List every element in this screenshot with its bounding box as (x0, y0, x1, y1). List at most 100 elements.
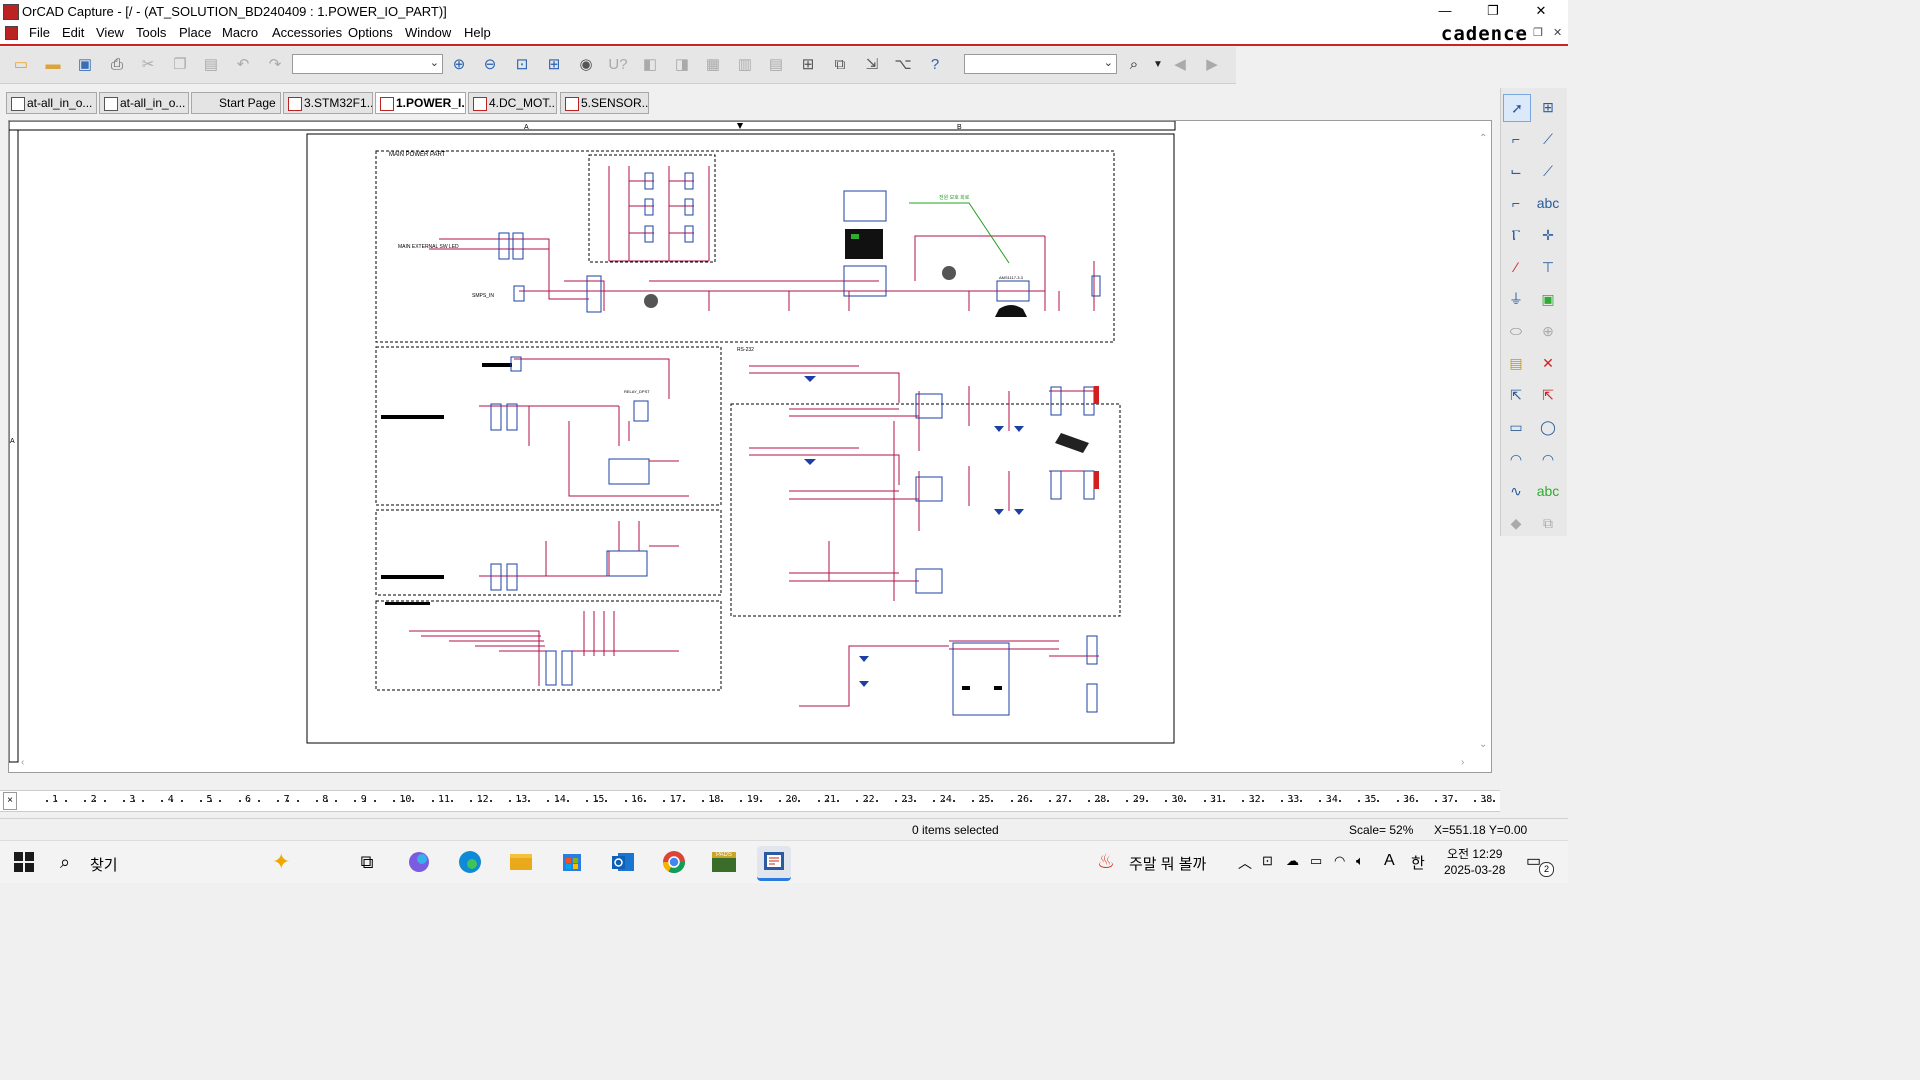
cut-icon[interactable]: ✂ (138, 55, 158, 75)
tab-dc-motor[interactable]: 4.DC_MOT... (468, 92, 557, 114)
open-folder-icon[interactable]: ▬ (43, 55, 63, 75)
menu-help[interactable]: Help (464, 25, 491, 40)
battery-icon[interactable]: ▭ (1310, 853, 1322, 869)
text-icon[interactable]: abc (1535, 478, 1561, 504)
tab-at-all-in-one-1[interactable]: at-all_in_o... (6, 92, 97, 114)
no-connect-icon[interactable]: ∕ (1503, 254, 1529, 280)
ground-icon[interactable]: ⏚ (1503, 286, 1529, 312)
paste-icon[interactable]: ▤ (201, 55, 221, 75)
menu-edit[interactable]: Edit (62, 25, 84, 40)
bom-icon[interactable]: ▤ (766, 55, 786, 75)
drc-icon[interactable]: ◨ (672, 55, 692, 75)
close-button[interactable]: ✕ (1518, 0, 1564, 22)
menu-tools[interactable]: Tools (136, 25, 166, 40)
weather-news-icon[interactable]: ♨ (1097, 849, 1115, 874)
store-icon[interactable] (555, 846, 589, 878)
mdi-minimize-button[interactable]: – (1514, 26, 1520, 38)
edge-icon[interactable] (453, 846, 487, 878)
clock-date[interactable]: 2025-03-28 (1444, 863, 1505, 877)
maximize-button[interactable]: ❐ (1470, 0, 1516, 22)
snap-grid-icon[interactable]: ⊞ (798, 55, 818, 75)
back-annotate-icon[interactable]: ◧ (640, 55, 660, 75)
wire-icon[interactable]: ⌐ (1503, 126, 1529, 152)
help-icon[interactable]: ? (925, 55, 945, 75)
tab-sensor[interactable]: 5.SENSOR... (560, 92, 649, 114)
text-abc-icon[interactable]: abc (1535, 190, 1561, 216)
menu-options[interactable]: Options (348, 25, 393, 40)
zoom-all-icon[interactable]: ⊞ (544, 55, 564, 75)
hier-pin-icon[interactable]: ▤ (1503, 350, 1529, 376)
menu-view[interactable]: View (96, 25, 124, 40)
zoom-in-icon[interactable]: ⊕ (449, 55, 469, 75)
tab-stm32[interactable]: 3.STM32F1... (283, 92, 373, 114)
minimize-button[interactable]: — (1422, 0, 1468, 22)
delete-icon[interactable]: ✕ (1535, 350, 1561, 376)
menu-place[interactable]: Place (179, 25, 212, 40)
tray-chevron-up-icon[interactable]: ︿ (1238, 853, 1252, 873)
orcad-taskbar-icon[interactable] (757, 846, 791, 881)
tab-at-all-in-one-2[interactable]: at-all_in_o... (99, 92, 189, 114)
junction-icon[interactable]: ✛ (1535, 222, 1561, 248)
net-group-icon[interactable]: ⌙ (1503, 158, 1529, 184)
new-icon[interactable]: ▭ (11, 55, 31, 75)
copy-icon[interactable]: ❐ (170, 55, 190, 75)
volume-icon[interactable]: 🔈︎ (1356, 853, 1364, 869)
bus-entry-icon[interactable]: Ⲅ (1503, 222, 1529, 248)
annotate-icon[interactable]: U? (608, 55, 628, 75)
rectangle-icon[interactable]: ▭ (1503, 414, 1529, 440)
mdi-restore-button[interactable]: ❐ (1533, 26, 1543, 39)
tray-network-icon[interactable]: ⊡ (1262, 853, 1273, 869)
zoom-area-icon[interactable]: ⊡ (512, 55, 532, 75)
menu-window[interactable]: Window (405, 25, 451, 40)
elliptical-arc-icon[interactable]: ◠ (1535, 446, 1561, 472)
mdi-close-button[interactable]: ✕ (1553, 26, 1562, 39)
bezier-icon[interactable]: ∿ (1503, 478, 1529, 504)
chrome-icon[interactable] (657, 846, 691, 878)
windows-start-icon[interactable] (14, 852, 34, 872)
dropdown-arrow-icon[interactable]: ▼ (1148, 55, 1168, 75)
menu-file[interactable]: File (29, 25, 50, 40)
hierarchical-block-icon[interactable]: ▣ (1535, 286, 1561, 312)
scroll-down-icon[interactable]: ⌄ (1479, 739, 1487, 750)
cross-reference-icon[interactable]: ▥ (735, 55, 755, 75)
clock-time[interactable]: 오전 12:29 (1447, 845, 1502, 862)
scroll-left-icon[interactable]: ‹ (21, 757, 24, 768)
copilot-icon[interactable] (402, 846, 436, 878)
undo-icon[interactable]: ↶ (233, 55, 253, 75)
outlook-icon[interactable] (606, 846, 640, 878)
tab-power-io[interactable]: 1.POWER_I... (375, 92, 466, 114)
project-manager-icon[interactable]: ⌥ (893, 55, 913, 75)
ellipse-icon[interactable]: ◯ (1535, 414, 1561, 440)
eye-icon[interactable]: ◉ (576, 55, 596, 75)
ime-mode-a[interactable]: A (1384, 852, 1395, 870)
place-part-icon[interactable]: ⊞ (1535, 94, 1561, 120)
line-icon[interactable]: ⇱ (1503, 382, 1529, 408)
pads-app-icon[interactable]: PADS (707, 846, 741, 878)
drag-icon[interactable]: ⇲ (862, 55, 882, 75)
tab-start-page[interactable]: Start Page (191, 92, 281, 114)
power-icon[interactable]: ⊤ (1535, 254, 1561, 280)
print-icon[interactable]: ⎙ (107, 55, 127, 75)
hier-port-icon[interactable]: ⊕ (1535, 318, 1561, 344)
scroll-up-icon[interactable]: ⌃ (1479, 133, 1487, 144)
file-explorer-icon[interactable] (504, 846, 538, 878)
auto-wire-icon[interactable]: ⟋ (1535, 126, 1561, 152)
netlist-icon[interactable]: ▦ (703, 55, 723, 75)
menu-macro[interactable]: Macro (222, 25, 258, 40)
previous-icon[interactable]: ◀ (1170, 55, 1190, 75)
part-combo[interactable]: ⌄ (292, 54, 443, 74)
binoculars-icon[interactable]: ⌕ (1124, 55, 1144, 75)
area-select-icon[interactable]: ⧉ (830, 55, 850, 75)
wifi-icon[interactable]: ◠ (1334, 853, 1345, 869)
task-view-icon[interactable]: ⧉ (350, 846, 384, 878)
pin-array-icon[interactable]: ⧉ (1535, 510, 1561, 536)
weather-text[interactable]: 주말 뭐 볼까 (1129, 853, 1206, 874)
place-pin-icon[interactable]: ◆ (1503, 510, 1529, 536)
search-combo[interactable]: ⌄ (964, 54, 1117, 74)
net-alias-icon[interactable]: ⌐ (1503, 190, 1529, 216)
redo-icon[interactable]: ↷ (265, 55, 285, 75)
schematic-canvas[interactable]: A B A MAIN POWER PART 전원 보호 회로 MAIN EXTE… (8, 120, 1492, 773)
zoom-out-icon[interactable]: ⊖ (480, 55, 500, 75)
ruler-close-icon[interactable]: × (3, 792, 17, 810)
select-icon[interactable]: ➚ (1503, 94, 1531, 122)
